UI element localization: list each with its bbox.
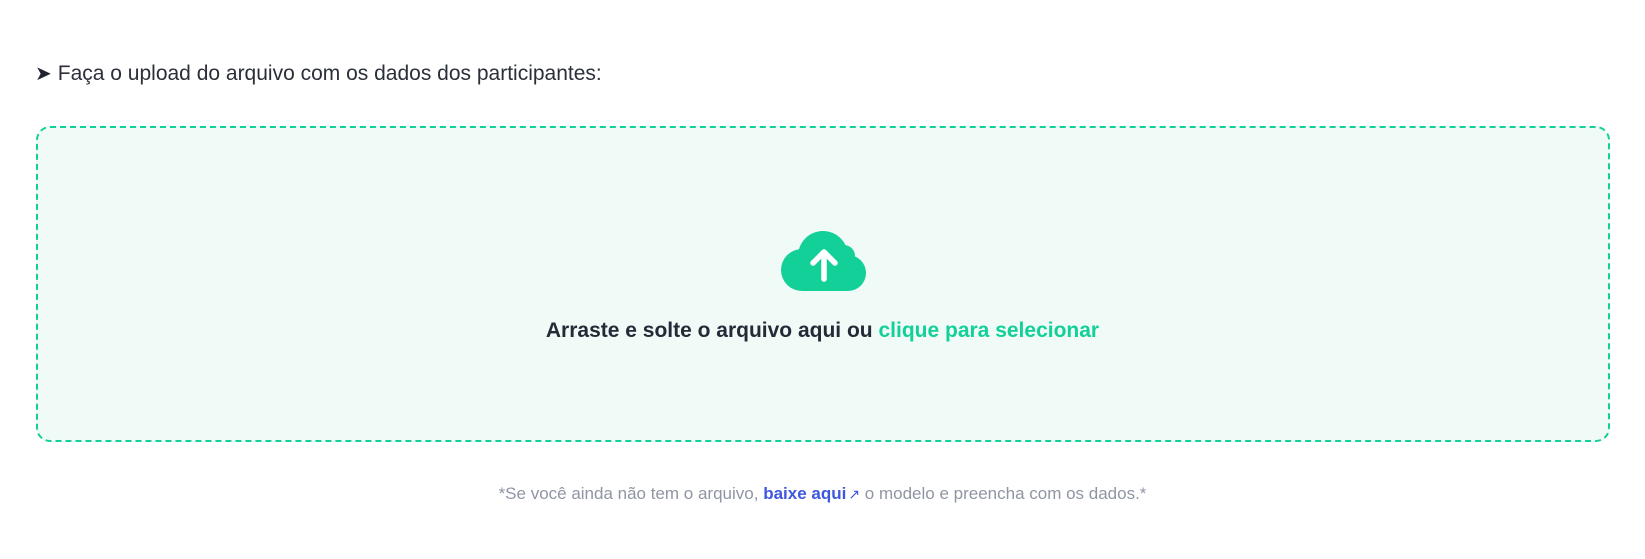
template-footnote: *Se você ainda não tem o arquivo, baixe … bbox=[0, 484, 1645, 504]
download-template-link[interactable]: baixe aqui bbox=[763, 484, 846, 503]
footnote-prefix: *Se você ainda não tem o arquivo, bbox=[498, 484, 759, 503]
cloud-upload-icon[interactable] bbox=[778, 230, 870, 292]
external-link-icon[interactable]: ↗ bbox=[848, 486, 860, 502]
upload-page: ➤ Faça o upload do arquivo com os dados … bbox=[0, 0, 1645, 559]
dropzone-prompt: Arraste e solte o arquivo aqui ou clique… bbox=[0, 319, 1645, 343]
arrow-right-icon: ➤ bbox=[35, 63, 52, 85]
upload-instruction: ➤ Faça o upload do arquivo com os dados … bbox=[35, 61, 602, 86]
instruction-text: Faça o upload do arquivo com os dados do… bbox=[57, 61, 602, 85]
dropzone-prompt-text: Arraste e solte o arquivo aqui ou bbox=[545, 319, 873, 342]
select-file-link[interactable]: clique para selecionar bbox=[878, 319, 1099, 342]
footnote-suffix: o modelo e preencha com os dados.* bbox=[864, 484, 1147, 503]
